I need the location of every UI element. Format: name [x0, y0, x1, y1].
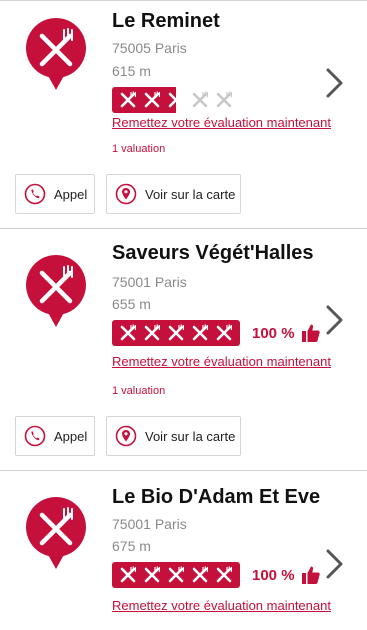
rating-percent: 100 % — [252, 324, 295, 342]
ratings-count: 1 valuation — [112, 143, 166, 155]
cutlery-icon — [140, 88, 164, 112]
phone-icon — [24, 183, 46, 205]
cutlery-icon — [164, 88, 188, 112]
chevron-right-icon[interactable] — [322, 66, 346, 100]
cutlery-icon — [212, 88, 236, 112]
map-pin-icon — [115, 425, 137, 447]
cutlery-icon — [188, 321, 212, 345]
ratings-count: 1 valuation — [112, 385, 166, 397]
rating-bar: 100 % — [112, 562, 321, 588]
evaluate-link[interactable]: Remettez votre évaluation maintenant — [112, 354, 331, 369]
evaluate-link[interactable]: Remettez votre évaluation maintenant — [112, 115, 331, 130]
rating-bar — [112, 87, 240, 113]
restaurant-cutlery-pin-icon — [25, 18, 86, 90]
restaurant-card[interactable]: Saveurs Végét'Halles 75001 Paris 655 m 1… — [0, 229, 367, 471]
cutlery-icon — [188, 88, 212, 112]
cutlery-icon — [140, 563, 164, 587]
restaurant-address: 75005 Paris — [112, 40, 187, 56]
chevron-right-icon[interactable] — [322, 547, 346, 581]
view-map-label: Voir sur la carte — [145, 428, 236, 444]
restaurant-distance: 675 m — [112, 538, 151, 554]
evaluate-link[interactable]: Remettez votre évaluation maintenant — [112, 598, 331, 613]
restaurant-cutlery-pin-icon — [25, 497, 86, 569]
chevron-right-icon[interactable] — [322, 303, 346, 337]
restaurant-name[interactable]: Saveurs Végét'Halles — [112, 242, 314, 265]
cutlery-icon — [140, 321, 164, 345]
cutlery-icon — [164, 321, 188, 345]
view-map-label: Voir sur la carte — [145, 186, 236, 202]
restaurant-card[interactable]: Le Reminet 75005 Paris 615 m Remettez vo… — [0, 0, 367, 229]
call-label: Appel — [54, 186, 88, 202]
restaurant-card[interactable]: Le Bio D'Adam Et Eve 75001 Paris 675 m 1… — [0, 471, 367, 630]
cutlery-rating — [112, 87, 240, 113]
cutlery-icon — [188, 563, 212, 587]
restaurant-address: 75001 Paris — [112, 516, 187, 532]
map-pin-icon — [115, 183, 137, 205]
restaurant-name[interactable]: Le Bio D'Adam Et Eve — [112, 486, 320, 509]
rating-bar: 100 % — [112, 320, 321, 346]
thumbs-up-icon — [301, 566, 320, 584]
phone-icon — [24, 425, 46, 447]
call-label: Appel — [54, 428, 88, 444]
cutlery-rating — [112, 562, 240, 588]
cutlery-icon — [116, 88, 140, 112]
cutlery-icon — [212, 321, 236, 345]
call-button[interactable]: Appel — [15, 174, 95, 214]
restaurant-distance: 615 m — [112, 63, 151, 79]
cutlery-icon — [116, 563, 140, 587]
restaurant-cutlery-pin-icon — [25, 255, 86, 327]
restaurant-address: 75001 Paris — [112, 274, 187, 290]
call-button[interactable]: Appel — [15, 416, 95, 456]
view-map-button[interactable]: Voir sur la carte — [106, 416, 241, 456]
restaurant-name[interactable]: Le Reminet — [112, 10, 220, 33]
cutlery-icon — [212, 563, 236, 587]
cutlery-icon — [116, 321, 140, 345]
thumbs-up-icon — [301, 324, 320, 342]
cutlery-rating — [112, 320, 240, 346]
cutlery-icon — [164, 563, 188, 587]
view-map-button[interactable]: Voir sur la carte — [106, 174, 241, 214]
restaurant-distance: 655 m — [112, 296, 151, 312]
rating-percent: 100 % — [252, 566, 295, 584]
